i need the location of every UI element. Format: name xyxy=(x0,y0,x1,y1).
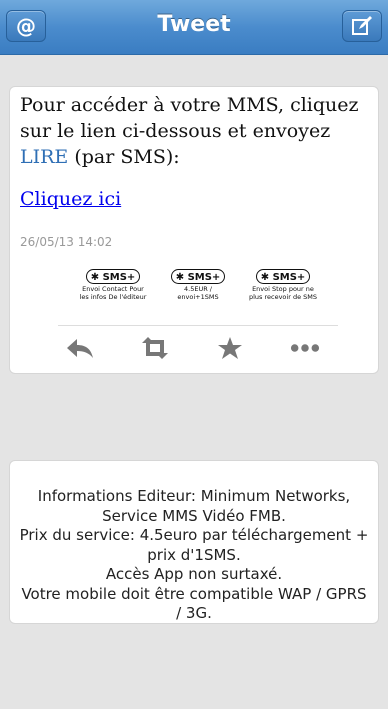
tweet-date: 26/05/13 14:02 xyxy=(20,235,113,249)
sms-stop-button[interactable]: ✱ SMS+ Envoi Stop pour ne plus recevoir … xyxy=(248,269,318,301)
sms-price-button[interactable]: ✱ SMS+ 4.5EUR / envoi+1SMS xyxy=(163,269,233,301)
info-line: Votre mobile doit être compatible WAP / … xyxy=(21,584,367,623)
tweet-text-after: (par SMS): xyxy=(68,146,180,168)
star-icon xyxy=(218,337,242,359)
keyword-link[interactable]: LIRE xyxy=(20,146,68,168)
sms-plus-badge: ✱ SMS+ xyxy=(256,269,310,284)
retweet-icon xyxy=(142,337,168,359)
sms-caption: Envoi Contact Pour les infos De l'éditeu… xyxy=(79,285,147,301)
info-line: Prix du service: 4.5euro par téléchargem… xyxy=(19,526,369,564)
compose-icon xyxy=(352,16,372,35)
tweet-card: Pour accéder à votre MMS, cliquez sur le… xyxy=(9,86,379,374)
favorite-button[interactable] xyxy=(215,335,245,361)
more-button[interactable] xyxy=(290,335,320,361)
sms-caption: 4.5EUR / envoi+1SMS xyxy=(177,285,219,301)
info-line: Accès App non surtaxé. xyxy=(105,565,283,583)
retweet-button[interactable] xyxy=(140,335,170,361)
sms-caption: Envoi Stop pour ne plus recevoir de SMS xyxy=(248,285,318,301)
sms-contact-button[interactable]: ✱ SMS+ Envoi Contact Pour les infos De l… xyxy=(78,269,148,301)
reply-button[interactable] xyxy=(65,335,95,361)
tweet-actions xyxy=(10,335,380,363)
publisher-info-text: Informations Editeur: Minimum Networks, … xyxy=(18,487,370,624)
compose-button[interactable] xyxy=(342,10,382,42)
sms-buttons-row: ✱ SMS+ Envoi Contact Pour les infos De l… xyxy=(78,269,318,319)
publisher-info-card: Informations Editeur: Minimum Networks, … xyxy=(9,460,379,624)
tweet-text-before: Pour accéder à votre MMS, cliquez sur le… xyxy=(20,94,359,142)
sms-plus-badge: ✱ SMS+ xyxy=(86,269,140,284)
tweet-text: Pour accéder à votre MMS, cliquez sur le… xyxy=(20,92,368,170)
page-title: Tweet xyxy=(157,12,231,37)
reply-icon xyxy=(67,339,93,358)
top-bar: @ Tweet xyxy=(0,0,388,55)
divider xyxy=(58,325,338,326)
info-line: Informations Editeur: Minimum Networks, … xyxy=(37,487,351,525)
sms-plus-badge: ✱ SMS+ xyxy=(171,269,225,284)
more-icon xyxy=(290,344,320,352)
cliquez-ici-link[interactable]: Cliquez ici xyxy=(20,188,121,210)
